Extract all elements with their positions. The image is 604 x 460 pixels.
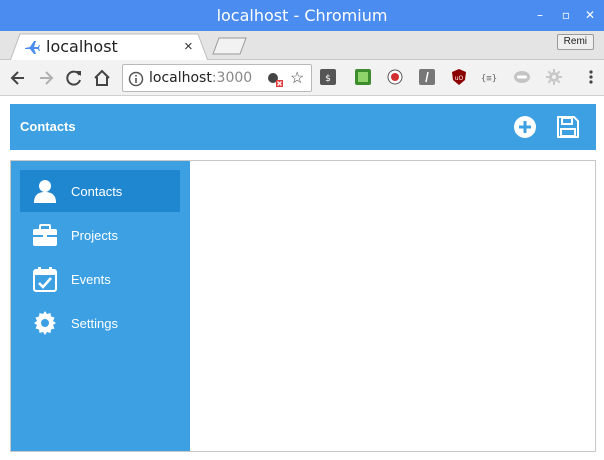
address-bar[interactable]: localhost:3000 ☆ [122,64,312,92]
bookmark-star-icon[interactable]: ☆ [290,68,304,88]
home-icon[interactable] [92,68,112,88]
money-extension-icon[interactable]: $ [320,69,336,85]
browser-toolbar: localhost:3000 ☆ $ uO {≡} [0,60,604,96]
image-extension-icon[interactable] [355,69,371,85]
ublock-extension-icon[interactable]: uO [451,69,467,85]
page-title: Contacts [20,119,76,134]
sidebar-item-contacts[interactable]: Contacts [20,170,180,212]
app-header: Contacts [10,104,596,150]
menu-dots-icon[interactable] [583,69,599,85]
sidebar-item-label: Settings [71,316,118,331]
sidebar-item-projects[interactable]: Projects [20,214,180,256]
url-host: localhost [149,70,212,86]
svg-text:uO: uO [455,75,464,82]
save-icon[interactable] [556,115,580,139]
browser-tab[interactable]: localhost × [10,33,210,61]
json-extension-icon[interactable]: {≡} [481,69,497,85]
svg-text:{≡}: {≡} [481,74,497,84]
window-titlebar: localhost - Chromium – ▫ ✕ [0,0,604,31]
sidebar-item-label: Projects [71,228,118,243]
minimize-button[interactable]: – [532,7,548,23]
sidebar-item-label: Events [71,272,111,287]
url-port: :3000 [211,70,253,86]
sidebar-item-label: Contacts [71,184,123,199]
window-close-button[interactable]: ✕ [582,7,598,23]
new-tab-button[interactable] [212,37,248,55]
add-circle-icon[interactable] [513,115,537,139]
calendar-check-icon [33,267,57,292]
script-extension-icon[interactable] [419,69,435,85]
settings-extension-icon[interactable] [546,69,562,85]
sidebar-item-events[interactable]: Events [20,258,180,300]
record-extension-icon[interactable] [387,69,403,85]
blocked-key-icon[interactable] [267,71,283,87]
app-frame: Contacts Projects Events Settings [10,160,596,452]
tab-strip: localhost × Remi [0,31,604,61]
profile-button[interactable]: Remi [556,34,594,50]
sidebar-item-settings[interactable]: Settings [20,302,180,344]
maximize-button[interactable]: ▫ [558,7,574,23]
briefcase-icon [33,224,57,246]
tab-title: localhost [46,37,118,56]
user-icon [34,180,56,203]
tab-close-button[interactable]: × [184,38,193,55]
info-icon[interactable] [128,71,144,87]
reload-icon[interactable] [64,68,84,88]
airplane-icon [25,41,40,54]
gear-icon [34,311,56,335]
window-title: localhost - Chromium [216,6,388,25]
forward-arrow-icon[interactable] [36,68,56,88]
toggle-extension-icon[interactable] [514,69,530,85]
main-content [190,161,595,451]
back-arrow-icon[interactable] [8,68,28,88]
url-text: localhost:3000 [149,70,252,86]
sidebar: Contacts Projects Events Settings [11,161,190,451]
svg-text:$: $ [325,74,331,84]
